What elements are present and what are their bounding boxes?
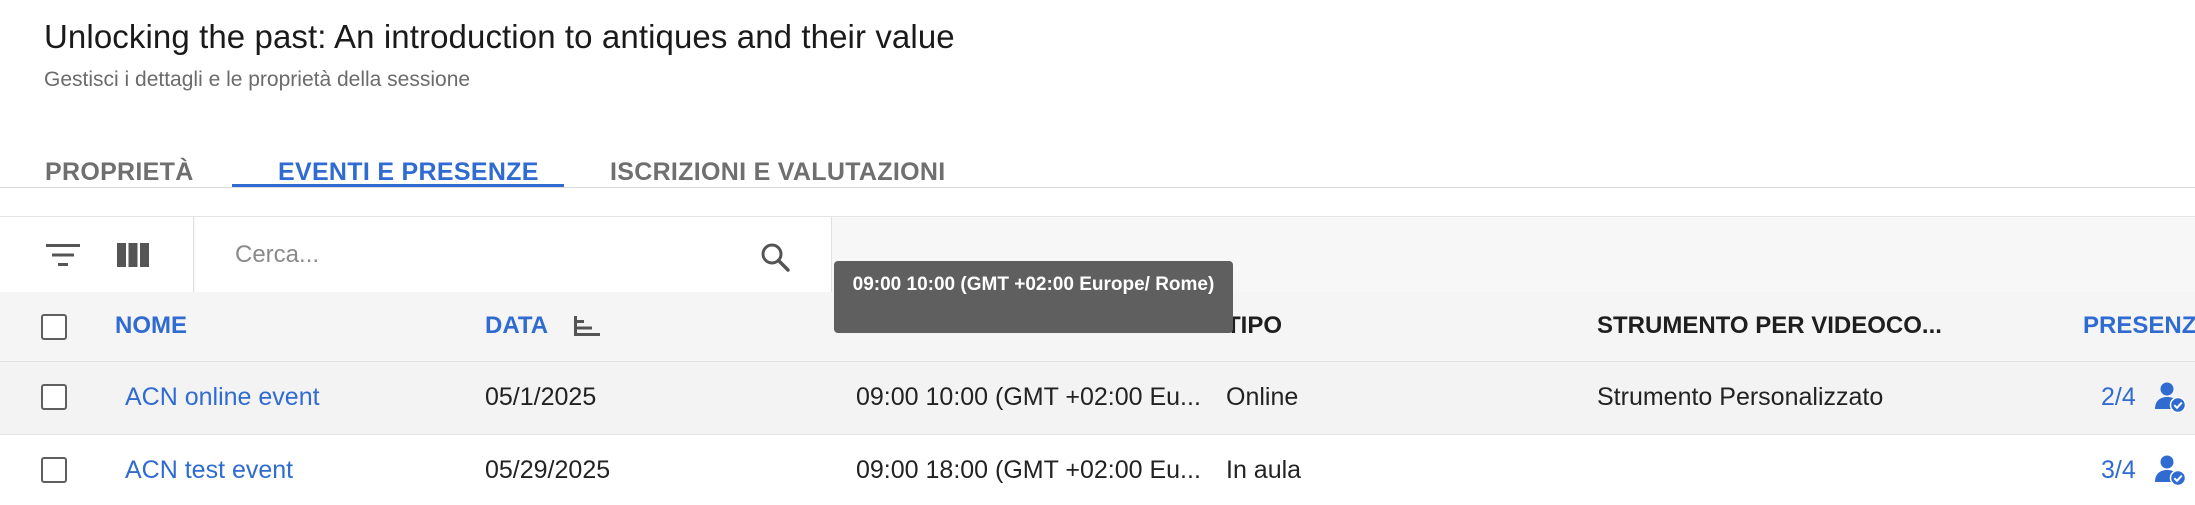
row-checkbox[interactable] <box>41 457 67 483</box>
column-header-type[interactable]: TIPO <box>1226 312 1282 340</box>
page-subtitle: Gestisci i dettagli e le proprietà della… <box>44 68 471 91</box>
presence-count[interactable]: 2/4 <box>2101 383 2136 412</box>
event-name-link[interactable]: ACN test event <box>125 456 293 485</box>
event-duration: 09:00 10:00 (GMT +02:00 Eu... <box>856 383 1201 411</box>
filter-icon[interactable] <box>43 237 83 273</box>
event-date: 05/1/2025 <box>485 383 597 411</box>
tab-bar: PROPRIETÀ EVENTI E PRESENZE ISCRIZIONI E… <box>0 150 2195 188</box>
toolbar-actions <box>0 217 194 293</box>
column-header-date[interactable]: DATA <box>485 312 548 340</box>
tab-eventi-e-presenze[interactable]: EVENTI E PRESENZE <box>278 158 539 187</box>
page-header: Unlocking the past: An introduction to a… <box>44 18 955 92</box>
column-header-videoconference-tool[interactable]: STRUMENTO PER VIDEOCO... <box>1597 312 1942 340</box>
event-duration: 09:00 18:00 (GMT +02:00 Eu... <box>856 456 1201 484</box>
page-title: Unlocking the past: An introduction to a… <box>44 18 955 55</box>
search-box <box>195 217 832 293</box>
sort-icon[interactable] <box>572 314 604 340</box>
select-all-checkbox[interactable] <box>41 314 67 340</box>
presence-count[interactable]: 3/4 <box>2101 456 2136 485</box>
row-checkbox[interactable] <box>41 384 67 410</box>
columns-icon[interactable] <box>113 237 153 273</box>
attendance-check-icon[interactable] <box>2153 380 2187 414</box>
tab-proprieta[interactable]: PROPRIETÀ <box>45 158 194 187</box>
event-type: In aula <box>1226 456 1302 484</box>
search-input[interactable] <box>235 235 735 275</box>
event-videoconference-tool: Strumento Personalizzato <box>1597 383 1884 411</box>
tab-iscrizioni-e-valutazioni[interactable]: ISCRIZIONI E VALUTAZIONI <box>610 158 945 187</box>
event-name-link[interactable]: ACN online event <box>125 383 320 412</box>
duration-tooltip: 09:00 10:00 (GMT +02:00 Europe/ Rome) <box>834 261 1233 333</box>
table-row[interactable]: ACN test event 05/29/2025 09:00 18:00 (G… <box>0 435 2195 505</box>
table-row[interactable]: ACN online event 05/1/2025 09:00 10:00 (… <box>0 362 2195 435</box>
event-date: 05/29/2025 <box>485 456 611 484</box>
event-type: Online <box>1226 383 1299 411</box>
search-icon[interactable] <box>755 237 795 277</box>
column-header-name[interactable]: NOME <box>115 312 187 340</box>
column-header-presence[interactable]: PRESENZA <box>2083 312 2195 340</box>
active-tab-indicator <box>232 184 564 187</box>
attendance-check-icon[interactable] <box>2153 453 2187 487</box>
